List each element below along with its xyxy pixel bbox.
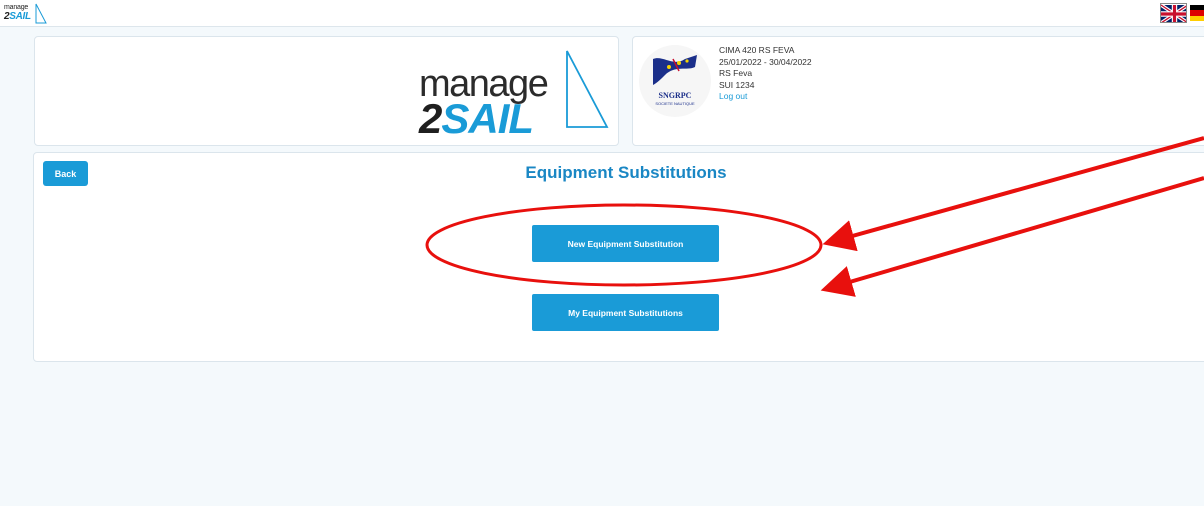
event-dates: 25/01/2022 - 30/04/2022 [719,56,812,67]
de-flag-icon[interactable] [1190,5,1204,21]
uk-flag-icon[interactable] [1160,3,1187,23]
club-logo: SNGRPC SOCIETE NAUTIQUE [639,45,711,117]
logo-card: manage 2SAIL [34,36,619,146]
manage2sail-mini-logo[interactable]: manage 2SAIL [3,3,47,25]
logout-link[interactable]: Log out [719,91,812,103]
top-bar: manage 2SAIL [0,0,1204,27]
new-equipment-substitution-button[interactable]: New Equipment Substitution [532,225,719,262]
manage2sail-logo: manage 2SAIL [419,47,619,142]
page-title: Equipment Substitutions [525,163,727,182]
club-flag-icon [653,55,697,85]
event-info-card: SNGRPC SOCIETE NAUTIQUE CIMA 420 RS FEVA… [632,36,1204,146]
event-name: CIMA 420 RS FEVA [719,45,795,55]
sail-number: SUI 1234 [719,79,755,90]
event-details: CIMA 420 RS FEVA 25/01/2022 - 30/04/2022… [719,45,812,103]
my-equipment-substitutions-button[interactable]: My Equipment Substitutions [532,294,719,331]
boat-class: RS Feva [719,68,753,78]
equipment-substitutions-panel: Back Equipment Substitutions New Equipme… [33,152,1204,362]
sail-icon [566,50,609,128]
sail-icon [35,3,47,24]
